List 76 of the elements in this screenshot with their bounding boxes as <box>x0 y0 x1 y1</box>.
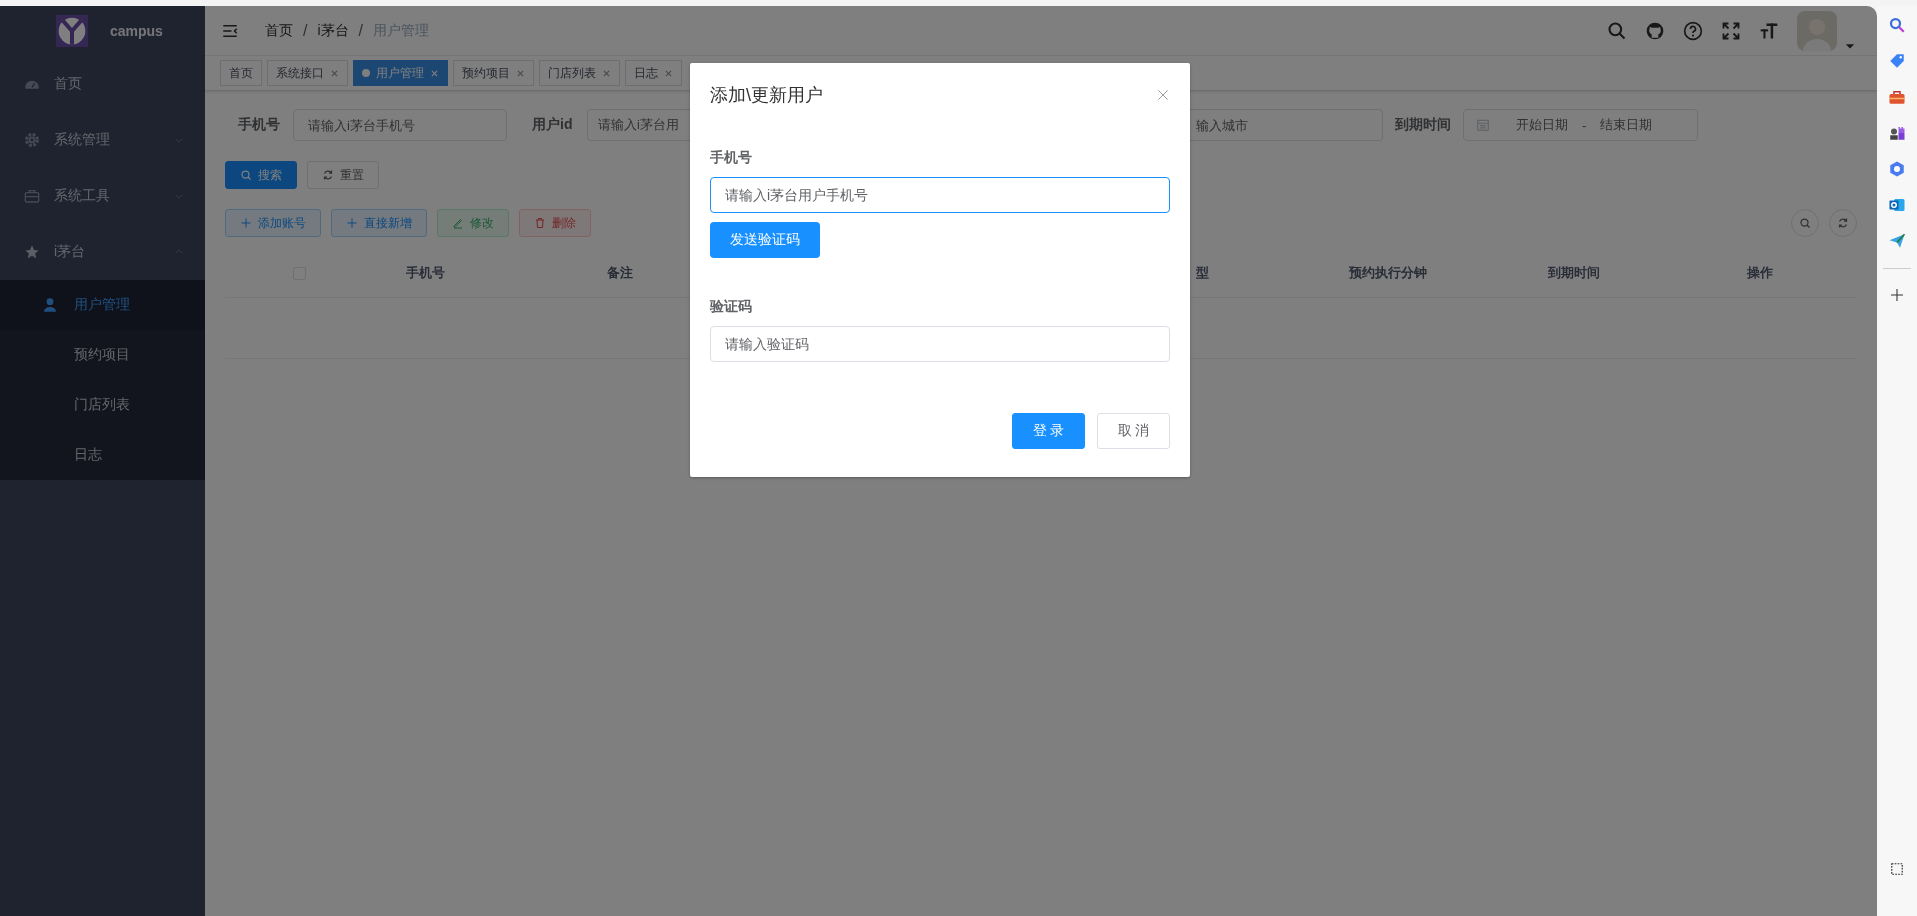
dialog-title: 添加\更新用户 <box>710 84 823 107</box>
close-icon <box>430 68 439 78</box>
plus-icon <box>1889 287 1905 303</box>
toolbar-button[interactable]: 直接新增 <box>331 209 427 237</box>
menu-item[interactable]: 首页 <box>0 56 205 112</box>
filter-label: 用户id <box>532 116 574 134</box>
paper-plane-icon <box>1888 232 1906 250</box>
input-field[interactable]: 请输入i茅台用户手机号 <box>710 177 1170 213</box>
send-code-button[interactable]: 发送验证码 <box>710 222 820 258</box>
tab[interactable]: 系统接口 <box>267 60 348 86</box>
search-icon <box>1799 217 1811 229</box>
refresh-icon <box>1837 217 1849 229</box>
cancel-button[interactable]: 取 消 <box>1097 413 1170 449</box>
avatar[interactable] <box>1797 10 1837 51</box>
tag-icon <box>1888 52 1906 70</box>
calendar-icon <box>1476 118 1490 132</box>
column-header: 到期时间 <box>1548 265 1600 280</box>
close-icon <box>664 68 673 78</box>
close-icon <box>602 68 611 78</box>
app-name: campus <box>110 23 163 39</box>
column-header: 预约执行分钟 <box>1349 265 1427 280</box>
column-header: 操作 <box>1747 265 1773 280</box>
tab[interactable]: 首页 <box>220 60 262 86</box>
cat-icon <box>1645 20 1665 41</box>
logo-icon <box>56 15 88 47</box>
breadcrumb-item[interactable]: i茅台 <box>317 21 349 40</box>
close-icon <box>516 68 525 78</box>
column-header: 型 <box>1196 265 1209 280</box>
briefcase-icon <box>24 188 40 204</box>
tab[interactable]: 用户管理 <box>353 60 448 86</box>
edit-icon <box>452 217 464 229</box>
search-toggle-button[interactable] <box>1791 209 1819 237</box>
search-button[interactable]: 搜索 <box>225 161 297 189</box>
field-label: 手机号 <box>710 149 753 167</box>
breadcrumb-item[interactable]: 首页 <box>265 21 293 40</box>
mail-icon <box>1888 196 1906 214</box>
submenu-item[interactable]: 预约项目 <box>0 330 205 380</box>
toolbox-icon <box>1888 88 1906 106</box>
submenu-item[interactable]: 日志 <box>0 430 205 480</box>
refresh-icon <box>322 169 334 181</box>
tab[interactable]: 门店列表 <box>539 60 620 86</box>
column-header: 备注 <box>607 265 633 280</box>
column-header: 手机号 <box>406 265 445 280</box>
help-icon <box>1683 20 1703 41</box>
filter-label: 手机号 <box>238 116 281 134</box>
fullscreen-icon <box>1721 20 1741 41</box>
refresh-button[interactable] <box>1829 209 1857 237</box>
trash-icon <box>534 217 546 229</box>
field-label: 验证码 <box>710 298 753 316</box>
search-icon <box>1607 20 1627 41</box>
menu-item[interactable]: 系统管理 <box>0 112 205 168</box>
close-icon <box>330 68 339 78</box>
status-dot <box>362 69 370 77</box>
user-icon <box>42 297 58 313</box>
filter-label: 到期时间 <box>1395 116 1451 134</box>
plus-icon <box>240 217 252 229</box>
menu-item[interactable]: 系统工具 <box>0 168 205 224</box>
submenu-item[interactable]: 门店列表 <box>0 380 205 430</box>
star-icon <box>24 244 40 260</box>
toolbar-button[interactable]: 添加账号 <box>225 209 321 237</box>
login-button[interactable]: 登 录 <box>1012 413 1085 449</box>
breadcrumb-separator: / <box>303 21 308 40</box>
dashed-square-icon <box>1890 862 1904 876</box>
search-icon <box>240 169 252 181</box>
copilot-icon <box>1888 160 1906 178</box>
menu-item[interactable]: i茅台 <box>0 224 205 280</box>
tab[interactable]: 日志 <box>625 60 682 86</box>
tab[interactable]: 预约项目 <box>453 60 534 86</box>
plus-icon <box>346 217 358 229</box>
date-range-field[interactable]: 开始日期 - 结束日期 <box>1463 109 1698 141</box>
gear-icon <box>24 132 40 148</box>
reset-button[interactable]: 重置 <box>307 161 379 189</box>
search-icon <box>1888 16 1906 34</box>
breadcrumb-separator: / <box>358 21 364 40</box>
chess-icon <box>1888 124 1906 142</box>
close-icon <box>1156 88 1170 102</box>
